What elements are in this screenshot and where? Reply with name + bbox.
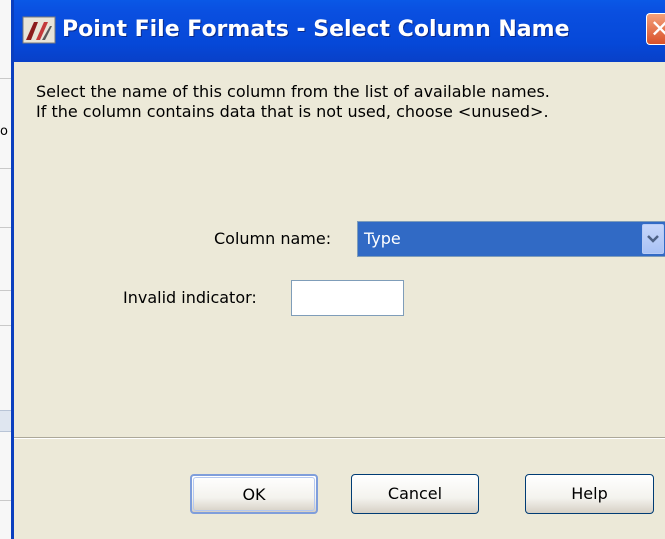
- column-name-label: Column name:: [214, 229, 332, 248]
- ok-button[interactable]: OK: [190, 474, 318, 514]
- app-logo-icon: [22, 16, 56, 44]
- instruction-line-1: Select the name of this column from the …: [36, 82, 550, 101]
- close-icon: ✕: [650, 15, 665, 43]
- help-button[interactable]: Help: [525, 474, 654, 514]
- invalid-indicator-input[interactable]: [291, 280, 404, 316]
- title-bar[interactable]: Point File Formats - Select Column Name …: [14, 0, 665, 62]
- background-text-fragment: o: [0, 124, 8, 139]
- select-column-name-dialog: Point File Formats - Select Column Name …: [11, 0, 665, 539]
- chevron-down-icon: [647, 235, 659, 243]
- cancel-button[interactable]: Cancel: [351, 474, 479, 514]
- dropdown-arrow-button[interactable]: [642, 224, 664, 254]
- invalid-indicator-label: Invalid indicator:: [123, 288, 257, 307]
- column-name-dropdown[interactable]: Type: [357, 221, 665, 257]
- close-button[interactable]: ✕: [646, 13, 665, 45]
- instruction-line-2: If the column contains data that is not …: [36, 102, 549, 121]
- button-separator: [14, 437, 665, 439]
- window-title: Point File Formats - Select Column Name: [62, 17, 570, 42]
- column-name-selected-value: Type: [364, 229, 401, 248]
- instructions-text: Select the name of this column from the …: [36, 82, 550, 122]
